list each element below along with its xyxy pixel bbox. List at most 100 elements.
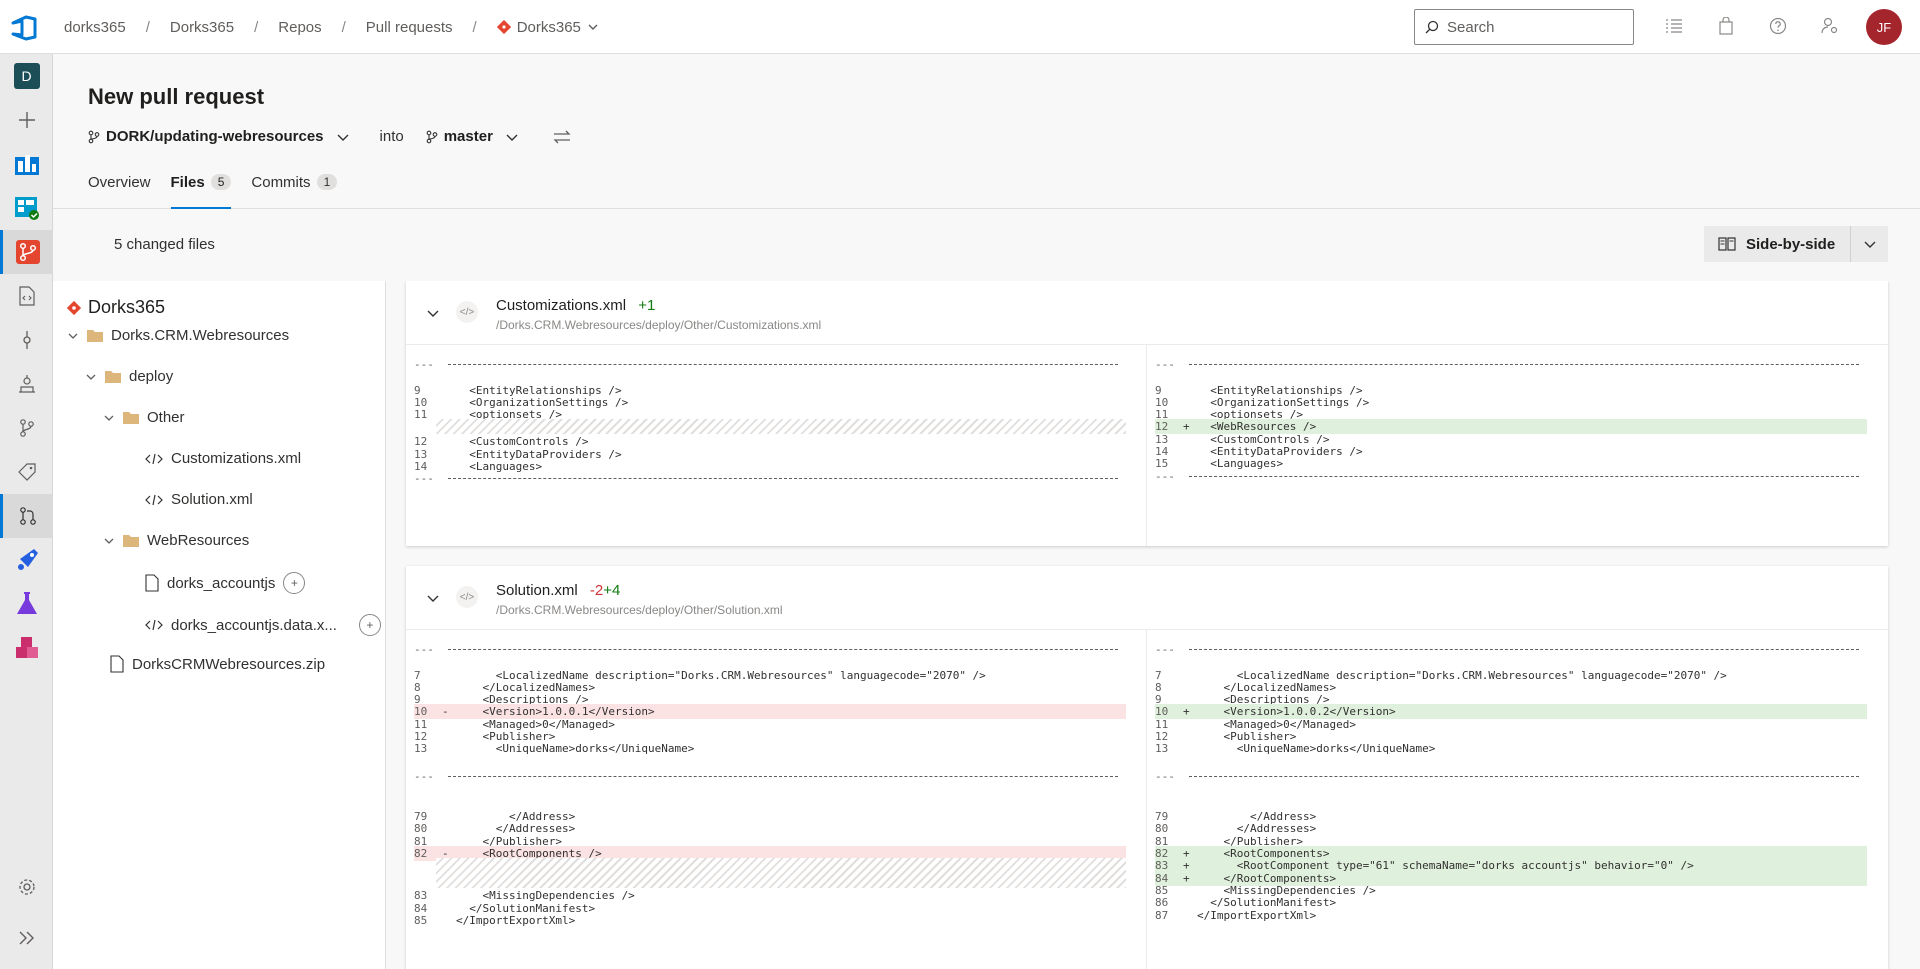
test-plans-icon xyxy=(16,592,37,614)
nav-commits[interactable] xyxy=(0,318,53,362)
nav-repos[interactable] xyxy=(0,230,53,274)
nav-artifacts[interactable] xyxy=(0,626,53,670)
help-icon[interactable] xyxy=(1766,14,1790,38)
collapse-chevron-icon[interactable] xyxy=(426,594,440,604)
hunk-separator-rule xyxy=(1189,775,1859,777)
tab-files[interactable]: Files 5 xyxy=(170,170,232,209)
lines-added: +4 xyxy=(603,582,621,599)
add-icon xyxy=(18,112,35,128)
diff-area[interactable]: </> Customizations.xml +1 /Dorks.CRM.Web… xyxy=(386,281,1920,969)
tree-file-zip[interactable]: DorksCRMWebresources.zip xyxy=(110,655,325,673)
tree-folder-webresources-project[interactable]: Dorks.CRM.Webresources xyxy=(67,327,289,344)
line-number: 87 xyxy=(1155,908,1169,922)
nav-test-plans[interactable] xyxy=(0,582,53,626)
tree-label: deploy xyxy=(129,368,174,385)
tree-label: Customizations.xml xyxy=(171,450,302,467)
files-toolbar: 5 changed files Side-by-side xyxy=(53,209,1920,281)
work-items-list-icon[interactable] xyxy=(1662,14,1686,38)
file-name[interactable]: Customizations.xml +1 xyxy=(496,297,655,314)
source-branch-selector[interactable]: DORK/updating-webresources xyxy=(88,128,350,145)
repos-icon xyxy=(16,240,40,264)
tab-overview[interactable]: Overview xyxy=(88,170,151,209)
breadcrumb-separator: / xyxy=(472,18,477,36)
diff-line[interactable]: 13 <UniqueName>dorks</UniqueName> xyxy=(414,741,1126,756)
diff-placeholder-hatch xyxy=(436,419,1126,435)
breadcrumb-pull-requests[interactable]: Pull requests xyxy=(366,19,453,36)
overview-icon xyxy=(14,155,39,175)
chevron-down-icon xyxy=(506,134,518,141)
diff-hunk-separator: --- xyxy=(414,769,1126,784)
breadcrumb-repos[interactable]: Repos xyxy=(278,19,321,36)
breadcrumb-repo-label: Dorks365 xyxy=(516,18,581,36)
code-text: </ImportExportXml> xyxy=(1197,908,1317,922)
tree-folder-deploy[interactable]: deploy xyxy=(85,368,173,385)
pull-requests-icon xyxy=(20,507,36,525)
tree-label: WebResources xyxy=(147,532,250,549)
tree-folder-webresources[interactable]: WebResources xyxy=(103,532,249,549)
diff-pane-right: --- 9 <EntityRelationships /> 10 <Organiza… xyxy=(1147,345,1888,546)
nav-pipelines[interactable] xyxy=(0,538,53,582)
chevron-down-icon xyxy=(68,333,78,339)
breadcrumb-org[interactable]: dorks365 xyxy=(64,19,126,36)
nav-files[interactable] xyxy=(0,274,53,318)
nav-pushes[interactable] xyxy=(0,362,53,406)
view-mode-dropdown[interactable] xyxy=(1850,226,1888,262)
avatar[interactable]: JF xyxy=(1866,9,1902,45)
swap-branches-button[interactable] xyxy=(553,129,571,145)
breadcrumb-repo-selector[interactable]: Dorks365 xyxy=(496,18,599,36)
file-diff-header: </> Solution.xml -2+4 /Dorks.CRM.Webreso… xyxy=(406,566,1888,630)
user-settings-icon[interactable] xyxy=(1818,14,1842,38)
marketplace-bag-icon[interactable] xyxy=(1714,14,1738,38)
chevron-down-icon xyxy=(104,415,114,421)
search-input[interactable]: Search xyxy=(1414,9,1634,45)
file-name[interactable]: Solution.xml -2+4 xyxy=(496,582,620,599)
tree-root[interactable]: Dorks365 xyxy=(66,297,165,318)
hunk-separator-rule xyxy=(1189,364,1859,365)
collapse-chevron-icon[interactable] xyxy=(426,309,440,319)
nav-org[interactable]: D xyxy=(0,54,53,98)
hunk-separator-label: --- xyxy=(414,472,434,486)
file-name-label: Customizations.xml xyxy=(496,297,627,314)
folder-icon xyxy=(123,412,139,424)
nav-branches[interactable] xyxy=(0,406,53,450)
tree-file-dorks-accountjs-data[interactable]: dorks_accountjs.data.x... + xyxy=(145,614,381,636)
tab-commits[interactable]: Commits 1 xyxy=(251,170,338,209)
file-icon xyxy=(110,655,124,673)
nav-add[interactable] xyxy=(0,98,53,142)
tree-root-label: Dorks365 xyxy=(88,297,166,317)
diff-line[interactable]: 87 </ImportExportXml> xyxy=(1155,908,1867,923)
chevron-down-icon xyxy=(1864,241,1875,248)
nav-overview[interactable] xyxy=(0,142,53,186)
hunk-separator-label: --- xyxy=(1155,469,1175,483)
branches-icon xyxy=(19,419,34,437)
diff-pane-left: --- 7 <LocalizedName description="Dorks.C… xyxy=(406,630,1147,969)
tree-file-solution[interactable]: Solution.xml xyxy=(145,491,253,508)
breadcrumb-separator: / xyxy=(341,18,346,36)
hunk-separator-rule xyxy=(448,364,1118,365)
diff-line[interactable]: 13 <UniqueName>dorks</UniqueName> xyxy=(1155,741,1867,756)
code-text: </ImportExportXml> xyxy=(456,913,576,927)
nav-tags[interactable] xyxy=(0,450,53,494)
nav-boards[interactable] xyxy=(0,186,53,230)
tab-files-count: 5 xyxy=(210,174,232,190)
tree-folder-other[interactable]: Other xyxy=(103,409,185,426)
tree-file-customizations[interactable]: Customizations.xml xyxy=(145,450,301,467)
nav-pull-requests[interactable] xyxy=(0,494,53,538)
target-branch-selector[interactable]: master xyxy=(426,128,519,145)
azure-devops-logo-icon[interactable] xyxy=(10,14,42,41)
file-icon xyxy=(145,574,159,592)
breadcrumb-project[interactable]: Dorks365 xyxy=(170,19,234,36)
hunk-separator-label: --- xyxy=(1155,358,1175,371)
diff-line[interactable]: 85 </ImportExportXml> xyxy=(414,913,1126,928)
tab-commits-count: 1 xyxy=(316,174,338,190)
nav-expand[interactable] xyxy=(0,916,53,960)
diff-hunk-separator: --- xyxy=(1155,469,1867,484)
left-nav: D xyxy=(0,54,53,969)
nav-settings[interactable] xyxy=(0,865,53,909)
tree-label: Other xyxy=(147,409,185,426)
search-placeholder: Search xyxy=(1447,18,1495,36)
file-diff-card: </> Solution.xml -2+4 /Dorks.CRM.Webreso… xyxy=(406,566,1888,969)
tree-file-dorks-accountjs[interactable]: dorks_accountjs + xyxy=(145,572,306,594)
side-by-side-button[interactable]: Side-by-side xyxy=(1704,226,1850,262)
code-file-icon xyxy=(145,453,163,464)
